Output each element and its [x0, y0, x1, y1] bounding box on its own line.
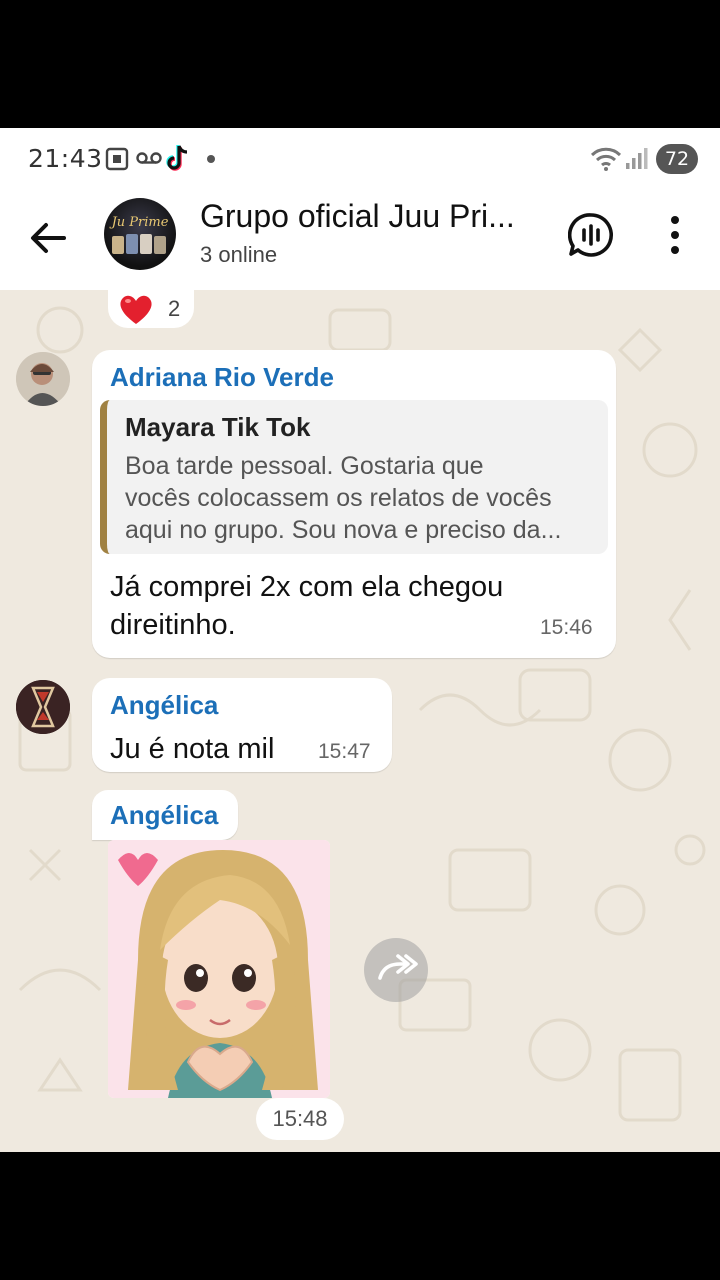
reaction-count: 2	[168, 296, 181, 321]
quoted-line: aqui no grupo. Sou nova e preciso da...	[125, 516, 562, 544]
online-count: 3 online	[200, 242, 278, 267]
avatar[interactable]	[16, 352, 70, 406]
sender-name[interactable]: Angélica	[110, 690, 218, 721]
quoted-author: Mayara Tik Tok	[125, 412, 311, 442]
quoted-text: Boa tarde pessoal. Gostaria que vocês co…	[125, 450, 605, 546]
chat-header: Ju Prime Grupo oficial Juu Pri... 3 onli…	[0, 190, 720, 290]
message-time: 15:47	[318, 740, 371, 763]
battery-level: 72	[656, 144, 698, 174]
status-time: 21:43	[28, 144, 103, 173]
message-time: 15:46	[540, 616, 593, 639]
status-bar: 21:43 72	[0, 128, 720, 190]
heart-icon	[120, 295, 152, 324]
chat-area[interactable]: 2 Adriana Rio Verde Mayara Tik Tok Boa t…	[0, 290, 720, 1152]
bottom-letterbox	[0, 1152, 720, 1280]
sender-tag[interactable]: Angélica	[92, 790, 238, 840]
message-bubble[interactable]: Adriana Rio Verde Mayara Tik Tok Boa tar…	[92, 350, 616, 658]
sender-name[interactable]: Adriana Rio Verde	[110, 362, 334, 393]
forward-button[interactable]	[364, 938, 428, 1002]
quoted-message[interactable]: Mayara Tik Tok Boa tarde pessoal. Gostar…	[100, 400, 608, 554]
dot-icon	[207, 155, 215, 163]
message-bubble[interactable]: Angélica Ju é nota mil 15:47	[92, 678, 392, 772]
image-time: 15:48	[256, 1098, 344, 1140]
wifi-icon	[590, 147, 622, 171]
signal-icon	[626, 148, 648, 169]
quoted-line: vocês colocassem os relatos de vocês	[125, 484, 552, 512]
sticker-image[interactable]	[108, 840, 330, 1098]
screenshot-icon	[105, 147, 129, 171]
tiktok-icon	[166, 145, 188, 171]
more-vert-icon[interactable]	[660, 212, 690, 258]
voicemail-icon	[136, 152, 162, 164]
quoted-line: Boa tarde pessoal. Gostaria que	[125, 452, 484, 480]
message-line: Já comprei 2x com ela chegou	[110, 571, 504, 603]
voice-chat-icon[interactable]	[568, 212, 614, 258]
sticker-girl-heart	[108, 840, 330, 1098]
top-letterbox	[0, 0, 720, 128]
message-line: direitinho.	[110, 609, 236, 641]
group-avatar[interactable]: Ju Prime	[104, 198, 176, 270]
hourglass-avatar-image	[16, 680, 70, 734]
group-logo-text: Ju Prime	[109, 215, 169, 230]
group-logo: Ju Prime	[109, 215, 169, 254]
sender-name[interactable]: Angélica	[110, 800, 218, 831]
avatar[interactable]	[16, 680, 70, 734]
message-text: Já comprei 2x com ela chegou direitinho.	[110, 568, 503, 644]
group-title[interactable]: Grupo oficial Juu Pri...	[200, 198, 515, 235]
message-reaction[interactable]: 2	[108, 290, 194, 328]
forward-icon	[378, 954, 418, 980]
message-text: Ju é nota mil	[110, 733, 275, 765]
back-arrow-icon[interactable]	[24, 214, 72, 262]
person-avatar-image	[16, 352, 70, 406]
